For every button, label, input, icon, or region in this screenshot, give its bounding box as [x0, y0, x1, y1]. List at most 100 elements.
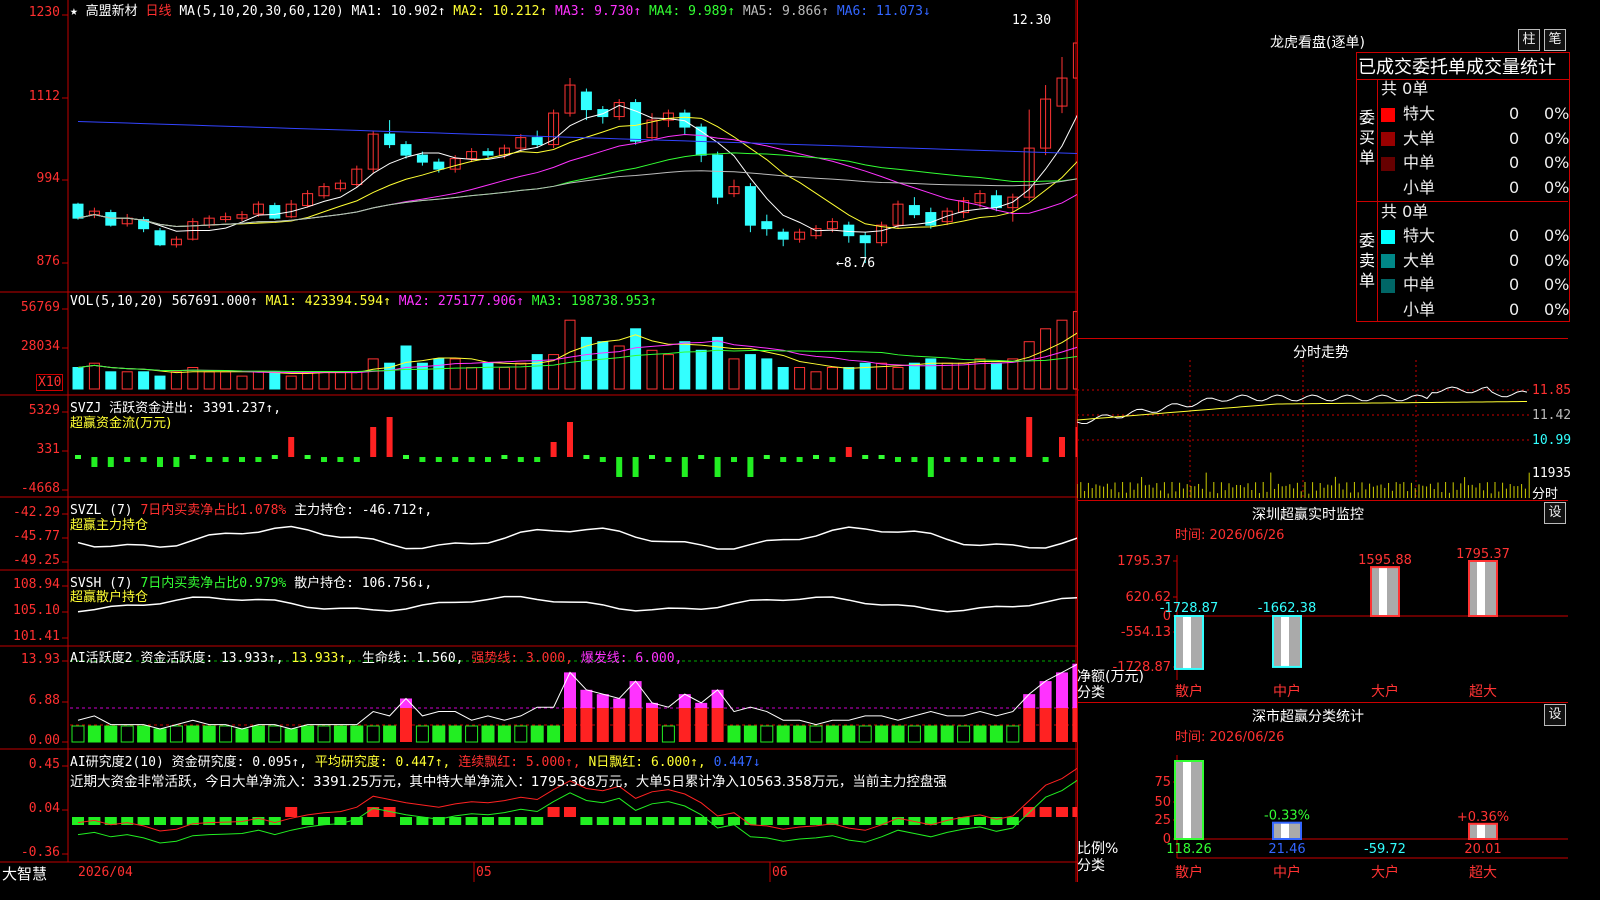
sell-order-percent: 0% [1544, 275, 1570, 294]
favorite-star-icon[interactable]: ★ [70, 4, 78, 19]
sz-monitor-value-label: 1795.37 [1456, 547, 1510, 562]
ai-activity-bar [809, 725, 823, 743]
ma4-value: MA4: 9.989↑ [648, 4, 736, 19]
svzl-tick-1: -42.29 [13, 505, 60, 520]
volume-bar [958, 362, 970, 390]
buy-order-row: 特大 0 0% [1381, 102, 1569, 126]
volume-bar [203, 371, 215, 390]
ai-research-bar [842, 817, 855, 825]
ai-research-v5: 0.447↓ [713, 755, 761, 770]
ai-research-bar [531, 817, 544, 825]
volume-bar [367, 358, 379, 390]
fund-flow-bar [403, 455, 409, 459]
fund-flow-bar [599, 457, 606, 462]
sz-class-value-label: 118.26 [1166, 842, 1212, 857]
sz-monitor-category: 超大 [1469, 684, 1497, 700]
fund-flow-bar [731, 457, 737, 462]
buy-order-percent: 0% [1544, 153, 1570, 172]
bar-highlight [1183, 616, 1191, 669]
sell-order-type: 大单 [1403, 250, 1436, 270]
ai-research-bar [596, 817, 609, 825]
fund-flow-bar [173, 457, 180, 467]
sell-total: 共 0单 [1381, 202, 1429, 221]
ai-activity-bar [613, 708, 626, 742]
sz-class-category: 超大 [1469, 865, 1497, 881]
pen-mode-button[interactable]: 笔 [1544, 29, 1566, 51]
buy-order-count: 0 [1509, 177, 1520, 197]
ai-tick-2: 6.88 [28, 693, 60, 708]
ai-research-bar [941, 817, 954, 825]
ai-activity-bar [153, 728, 167, 743]
volume-bar [761, 358, 773, 390]
volume-bar [498, 367, 510, 390]
ai-activity-bar [547, 725, 561, 743]
price-tick-2: 1112 [28, 89, 60, 104]
fund-flow-bar [255, 457, 262, 462]
volume-bar [466, 367, 478, 390]
candle-body [712, 154, 724, 198]
ai-research-header: AI研究度2(10) 资金研究度: 0.095↑, 平均研究度: 0.447↑,… [70, 751, 761, 770]
ai-activity-bar [87, 725, 101, 743]
fund-flow-bar [944, 457, 951, 462]
vol-value: 567691.000↑ [171, 294, 258, 309]
ai-activity-bar [743, 725, 757, 743]
intraday-tick-1: 11.85 [1532, 383, 1572, 398]
candle-body [433, 161, 445, 170]
main-chart-area[interactable]: 1230 1112 994 876 12.30 ←8.76 ★ 高盟新材 日线 … [0, 0, 1077, 883]
buy-order-row: 小单 0 0% [1381, 176, 1569, 200]
ai-research-bar [465, 817, 478, 825]
fund-flow-bar [681, 457, 688, 477]
dragon-tiger-title: 龙虎看盘(逐单) [1270, 35, 1365, 51]
ai-activity-bar [1006, 725, 1020, 743]
volume-bar [564, 319, 576, 390]
fund-flow-bar [960, 457, 967, 462]
fund-flow-bar [485, 457, 491, 462]
ai-activity-line [77, 663, 1077, 730]
ai-active-header: AI活跃度2 资金活跃度: 13.933↑, 13.933↑, 生命线: 1.5… [70, 647, 682, 666]
svzl-tick-3: -49.25 [13, 553, 60, 568]
ma1-value: MA1: 10.902↑ [351, 4, 446, 19]
fund-flow-bar [1042, 457, 1049, 462]
fund-flow-bar [452, 457, 459, 462]
res-tick-1: 0.45 [28, 757, 60, 772]
ai-research-bar [482, 817, 494, 825]
ai-activity-bar [219, 725, 233, 743]
ai-activity-bar [875, 725, 889, 743]
ai-activity-bar [202, 725, 216, 743]
fund-flow-bar [157, 457, 163, 467]
fund-flow-bar [1026, 417, 1033, 457]
intraday-chart[interactable] [1077, 360, 1568, 500]
ai-research-bar [974, 817, 986, 825]
sz-class-bar [1174, 760, 1204, 840]
sz-monitor-value-label: -1728.87 [1160, 601, 1218, 616]
ai-research-bar [547, 807, 560, 817]
bar-mode-button[interactable]: 柱 [1518, 29, 1540, 51]
main-chart-svg[interactable] [0, 0, 1077, 882]
buy-order-row: 大单 0 0% [1381, 127, 1569, 151]
ai-activity-bar [366, 725, 380, 743]
candle-body [580, 91, 592, 111]
ai-research-bar [646, 817, 658, 825]
bar-highlight [1477, 823, 1485, 839]
fund-flow-bar [878, 455, 885, 459]
ai-research-bar [301, 817, 314, 825]
sz-class-value-label: -59.72 [1364, 842, 1406, 857]
candle-body [859, 235, 871, 244]
volume-bar [941, 362, 953, 390]
fund-flow-bar [649, 455, 655, 459]
period-label[interactable]: 日线 [146, 4, 172, 19]
ai-activity-bar [924, 725, 938, 743]
ma6-value: MA6: 11.073↓ [836, 4, 931, 19]
volume-bar [777, 367, 789, 390]
sz-class-bar [1272, 821, 1302, 840]
stock-name[interactable]: 高盟新材 [86, 4, 138, 19]
fund-flow-bar [321, 457, 327, 462]
svzl-tick-2: -45.77 [13, 529, 60, 544]
candle-body [269, 205, 281, 219]
ai-active-v1: 资金活跃度: 13.933↑, [140, 651, 284, 666]
svsh-tick-2: 105.10 [13, 603, 60, 618]
fund-flow-bar [550, 442, 557, 457]
svsh-value: 散户持仓: 106.756↓, [294, 576, 433, 591]
volume-bar [334, 371, 346, 390]
volume-bar [843, 367, 855, 390]
